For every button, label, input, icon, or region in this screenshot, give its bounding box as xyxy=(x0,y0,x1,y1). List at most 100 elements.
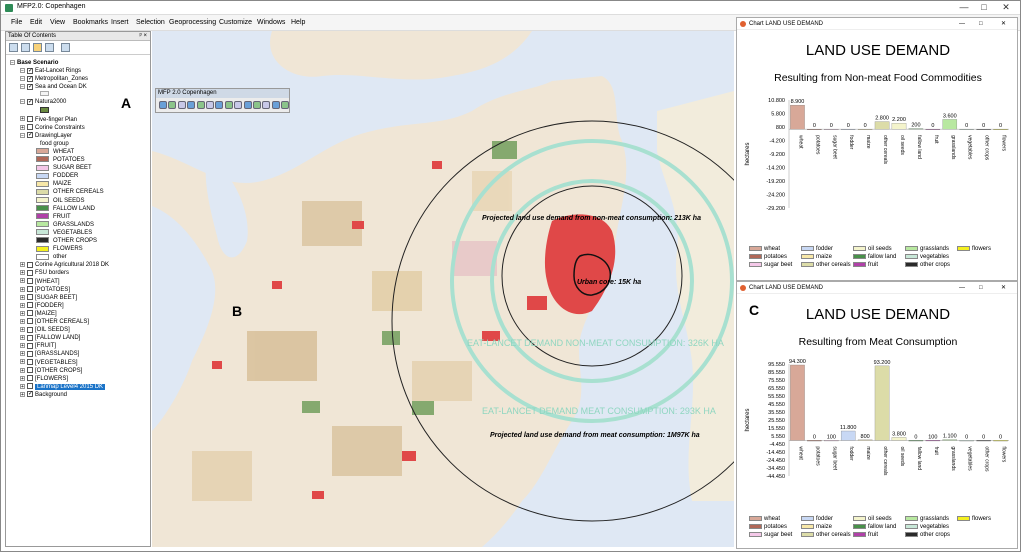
layer-checkbox[interactable] xyxy=(27,277,33,284)
minimize-button[interactable]: — xyxy=(956,2,972,12)
layer-checkbox[interactable]: ✓ xyxy=(27,391,33,398)
layer-row[interactable]: VEGETABLES xyxy=(36,229,92,237)
layer-row[interactable]: + [VEGETABLES] xyxy=(20,358,78,367)
expand-toggle[interactable]: + xyxy=(20,383,25,389)
layer-row[interactable]: + Five-finger Plan xyxy=(20,115,77,124)
layer-row[interactable]: + Lanmap Level4 2015 DK xyxy=(20,383,106,391)
menu-customize[interactable]: Customize xyxy=(219,19,252,26)
map-view[interactable]: B Projected land use demand from non-mea… xyxy=(152,31,734,547)
maximize-button[interactable]: □ xyxy=(979,282,983,294)
layer-row[interactable]: + [OIL SEEDS] xyxy=(20,326,70,334)
select-icon[interactable] xyxy=(196,101,205,109)
list-by-visibility-icon[interactable] xyxy=(33,43,42,52)
layer-row[interactable]: + [FRUIT] xyxy=(20,342,56,350)
layer-checkbox[interactable]: ✓ xyxy=(27,98,33,105)
layer-checkbox[interactable]: ✓ xyxy=(27,83,33,90)
maximize-button[interactable]: □ xyxy=(976,2,992,12)
layer-row[interactable]: + [WHEAT] xyxy=(20,277,60,286)
expand-toggle[interactable]: + xyxy=(20,294,25,300)
layer-row[interactable]: other xyxy=(36,253,67,261)
menu-help[interactable]: Help xyxy=(291,19,305,26)
layer-row[interactable]: FODDER xyxy=(36,172,78,180)
list-by-source-icon[interactable] xyxy=(21,43,30,52)
expand-toggle[interactable]: − xyxy=(20,84,25,90)
menu-windows[interactable]: Windows xyxy=(257,19,285,26)
layer-row[interactable]: + ✓ Background xyxy=(20,391,67,399)
expand-toggle[interactable]: + xyxy=(20,327,25,333)
layer-row[interactable]: GRASSLANDS xyxy=(36,221,94,229)
layer-row[interactable]: FALLOW LAND xyxy=(36,205,95,213)
layer-row[interactable]: + [OTHER CEREALS] xyxy=(20,318,89,326)
layer-checkbox[interactable] xyxy=(27,334,33,341)
expand-toggle[interactable]: + xyxy=(20,116,25,122)
layer-row[interactable]: food group xyxy=(40,140,69,148)
zoom-out-icon[interactable] xyxy=(177,101,186,109)
layer-row[interactable]: + FSU borders xyxy=(20,269,69,277)
layer-checkbox[interactable] xyxy=(27,286,33,293)
layer-row[interactable]: − Base Scenario xyxy=(10,59,58,67)
expand-toggle[interactable]: + xyxy=(20,262,25,268)
expand-toggle[interactable]: + xyxy=(20,318,25,324)
expand-toggle[interactable]: − xyxy=(20,99,25,105)
layer-row[interactable]: MAIZE xyxy=(36,180,71,188)
expand-toggle[interactable]: + xyxy=(20,367,25,373)
minimize-button[interactable]: — xyxy=(959,18,965,30)
expand-toggle[interactable]: + xyxy=(20,359,25,365)
layer-checkbox[interactable]: ✓ xyxy=(27,75,33,82)
expand-toggle[interactable]: + xyxy=(20,278,25,284)
layer-row[interactable]: + [FODDER] xyxy=(20,302,64,310)
layer-checkbox[interactable] xyxy=(27,310,33,317)
layer-checkbox[interactable] xyxy=(27,375,33,382)
layer-row[interactable]: SUGAR BEET xyxy=(36,164,92,172)
layer-checkbox[interactable] xyxy=(27,269,33,276)
zoom-in-icon[interactable] xyxy=(168,101,177,109)
menu-view[interactable]: View xyxy=(50,19,65,26)
layer-checkbox[interactable] xyxy=(27,302,33,309)
layer-checkbox[interactable] xyxy=(27,124,33,131)
forward-icon[interactable] xyxy=(224,101,233,109)
layer-row[interactable]: + [FALLOW LAND] xyxy=(20,334,80,342)
layer-checkbox[interactable] xyxy=(27,358,33,365)
layer-row[interactable]: − ✓ DrawingLayer xyxy=(20,132,72,140)
layer-row[interactable]: + [GRASSLANDS] xyxy=(20,350,79,358)
minimize-button[interactable]: — xyxy=(959,282,965,294)
layer-row[interactable]: + [FLOWERS] xyxy=(20,375,68,383)
expand-toggle[interactable]: + xyxy=(20,351,25,357)
list-by-drawing-order-icon[interactable] xyxy=(9,43,18,52)
layer-row[interactable]: − ✓ Sea and Ocean DK xyxy=(20,83,87,91)
layer-row[interactable]: OTHER CEREALS xyxy=(36,188,104,196)
maximize-button[interactable]: □ xyxy=(979,18,983,30)
layer-checkbox[interactable]: ✓ xyxy=(27,67,33,74)
layer-checkbox[interactable] xyxy=(27,294,33,301)
identify-icon[interactable] xyxy=(206,101,214,109)
back-icon[interactable] xyxy=(215,101,224,109)
layer-row[interactable]: − ✓ Eat-Lancet Rings xyxy=(20,67,81,75)
menu-bookmarks[interactable]: Bookmarks xyxy=(73,19,108,26)
layer-row[interactable]: OIL SEEDS xyxy=(36,196,84,205)
layer-row[interactable]: + Corine Constraints xyxy=(20,124,85,132)
expand-toggle[interactable]: − xyxy=(20,68,25,74)
export-icon[interactable] xyxy=(262,101,271,109)
globe-icon[interactable] xyxy=(159,101,167,109)
expand-toggle[interactable]: + xyxy=(20,302,25,308)
layer-row[interactable]: + [OTHER CROPS] xyxy=(20,367,82,375)
expand-toggle[interactable]: − xyxy=(20,76,25,82)
layer-checkbox[interactable] xyxy=(27,318,33,325)
layer-row[interactable]: OTHER CROPS xyxy=(36,237,97,245)
menu-insert[interactable]: Insert xyxy=(111,19,129,26)
layer-row[interactable]: FRUIT xyxy=(36,213,71,221)
menu-file[interactable]: File xyxy=(11,19,22,26)
expand-toggle[interactable]: + xyxy=(20,391,25,397)
menu-edit[interactable]: Edit xyxy=(30,19,42,26)
expand-toggle[interactable]: + xyxy=(20,286,25,292)
layer-row[interactable]: + [SUGAR BEET] xyxy=(20,294,77,302)
layer-row[interactable]: POTATOES xyxy=(36,156,85,164)
menu-geoprocessing[interactable]: Geoprocessing xyxy=(169,19,216,26)
expand-toggle[interactable]: + xyxy=(20,335,25,341)
expand-toggle[interactable]: + xyxy=(20,310,25,316)
layer-checkbox[interactable] xyxy=(27,383,33,390)
expand-toggle[interactable]: − xyxy=(10,59,15,65)
expand-toggle[interactable]: + xyxy=(20,270,25,276)
close-tool-icon[interactable] xyxy=(281,101,290,109)
layer-row[interactable]: + [POTATOES] xyxy=(20,286,70,294)
